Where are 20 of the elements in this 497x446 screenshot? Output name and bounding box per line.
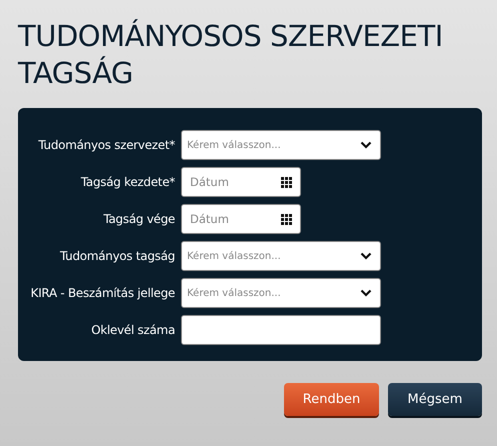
date-field[interactable]: Dátum xyxy=(181,167,301,197)
field-label: Tagság kezdete* xyxy=(80,175,175,189)
dialog-title: TUDOMÁNYOSOS SZERVEZETI TAGSÁG xyxy=(18,18,444,92)
field-label: KIRA - Beszámítás jellege xyxy=(30,286,175,300)
field-label: Tudományos tagság xyxy=(58,249,175,263)
calendar-grid-icon xyxy=(281,214,292,224)
select-field[interactable]: Kérem válasszon... xyxy=(181,130,381,160)
select-field[interactable]: Kérem válasszon... xyxy=(181,278,381,308)
field-label: Oklevél száma xyxy=(90,323,175,337)
cancel-button[interactable]: Mégsem xyxy=(388,383,482,416)
chevron-down-icon xyxy=(360,289,372,297)
input-field[interactable] xyxy=(181,315,381,345)
select-field[interactable]: Kérem válasszon... xyxy=(181,241,381,271)
chevron-down-icon xyxy=(360,141,372,149)
ok-button[interactable]: Rendben xyxy=(284,383,379,416)
calendar-grid-icon xyxy=(281,176,292,188)
date-field[interactable]: Dátum xyxy=(181,204,301,234)
field-label: Tudományos szervezet* xyxy=(37,138,175,152)
chevron-down-icon xyxy=(360,252,372,260)
field-label: Tagság vége xyxy=(102,212,175,226)
